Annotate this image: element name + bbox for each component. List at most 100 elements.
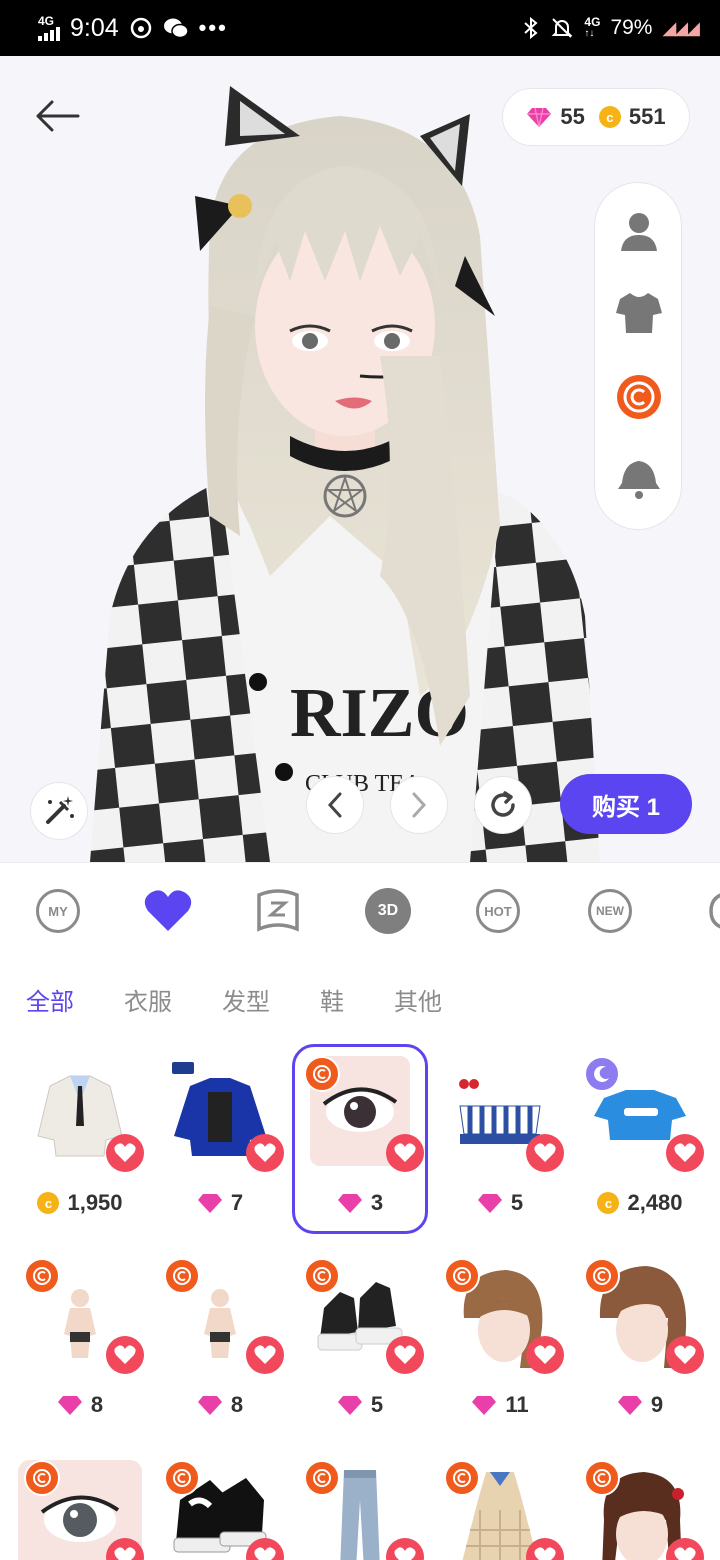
app-notification-icon: [130, 17, 151, 39]
category-3d[interactable]: 3D: [364, 887, 412, 935]
coin-filter-icon: [593, 1469, 611, 1487]
coin-badge: [444, 1460, 480, 1496]
coin-filter-icon: [313, 1267, 331, 1285]
coin-filter-icon: [33, 1469, 51, 1487]
item-card[interactable]: [432, 1448, 568, 1560]
heart-icon: [674, 1143, 696, 1162]
accessory-filter-button[interactable]: [613, 453, 665, 505]
coin-filter-icon: [453, 1469, 471, 1487]
tab-shoes[interactable]: 鞋: [320, 982, 344, 1017]
favorite-button[interactable]: [386, 1336, 424, 1374]
favorite-button[interactable]: [106, 1336, 144, 1374]
category-favorites[interactable]: [144, 887, 192, 935]
item-card[interactable]: 7: [152, 1044, 288, 1234]
coin-badge: [24, 1258, 60, 1294]
previous-button[interactable]: [306, 776, 364, 834]
clothes-filter-button[interactable]: [613, 287, 665, 339]
category-new[interactable]: NEW: [586, 887, 634, 935]
favorite-button[interactable]: [386, 1134, 424, 1172]
clock: 9:04: [70, 13, 119, 42]
coin-filter-icon: [453, 1267, 471, 1285]
clothing-icon: [709, 893, 720, 929]
item-card[interactable]: 11: [432, 1246, 568, 1436]
item-card[interactable]: 9: [572, 1246, 708, 1436]
reset-button[interactable]: [474, 776, 532, 834]
night-badge: [584, 1056, 620, 1092]
avatar-icon: [621, 213, 657, 251]
gem-icon: [337, 1396, 362, 1415]
item-price: 8: [152, 1392, 288, 1418]
favorite-button[interactable]: [666, 1336, 704, 1374]
heart-icon: [394, 1143, 416, 1162]
item-card[interactable]: c 1,950: [12, 1044, 148, 1234]
coin-badge: [304, 1056, 340, 1092]
item-price: 11: [432, 1392, 568, 1418]
item-card[interactable]: 8: [152, 1246, 288, 1436]
gem-icon: [527, 107, 552, 128]
tab-all[interactable]: 全部: [26, 982, 74, 1017]
heart-icon: [674, 1547, 696, 1560]
refresh-icon: [491, 791, 515, 817]
item-card[interactable]: 5: [432, 1044, 568, 1234]
coin-filter-icon: [593, 1267, 611, 1285]
chevron-right-icon: [412, 792, 427, 818]
item-card[interactable]: [12, 1448, 148, 1560]
shirt-icon: [616, 293, 662, 333]
category-hot[interactable]: HOT: [474, 887, 522, 935]
favorite-button[interactable]: [526, 1336, 564, 1374]
subcategory-tabs: 全部 衣服 发型 鞋 其他: [0, 976, 720, 1024]
gem-count: 55: [560, 104, 585, 129]
item-price: c 2,480: [572, 1190, 708, 1216]
item-price: 9: [572, 1392, 708, 1418]
coin-icon: c: [37, 1192, 60, 1214]
coin-filter-icon: [33, 1267, 51, 1285]
favorite-button[interactable]: [106, 1134, 144, 1172]
item-card[interactable]: [152, 1448, 288, 1560]
heart-icon: [114, 1345, 136, 1364]
coin-count: 551: [628, 104, 666, 129]
heart-icon: [394, 1547, 416, 1560]
item-price: 3: [292, 1190, 428, 1216]
back-button[interactable]: [30, 92, 86, 140]
favorite-button[interactable]: [246, 1134, 284, 1172]
item-card[interactable]: c 2,480: [572, 1044, 708, 1234]
gem-icon: [197, 1194, 222, 1213]
heart-icon: [534, 1345, 556, 1364]
coin-badge: [584, 1258, 620, 1294]
bluetooth-icon: [524, 16, 538, 40]
coin-filter-icon: [313, 1469, 331, 1487]
item-card[interactable]: [292, 1448, 428, 1560]
item-card[interactable]: [572, 1448, 708, 1560]
category-my[interactable]: MY: [34, 887, 82, 935]
avatar-filter-button[interactable]: [613, 205, 665, 257]
favorite-button[interactable]: [666, 1134, 704, 1172]
coin-filter-button[interactable]: [613, 371, 665, 423]
item-card-selected[interactable]: 3: [292, 1044, 428, 1234]
favorite-button[interactable]: [526, 1134, 564, 1172]
category-wardrobe[interactable]: [254, 887, 302, 935]
tab-other[interactable]: 其他: [394, 982, 442, 1017]
currency-balance[interactable]: 55 c 551: [502, 88, 690, 146]
coin-icon: c: [598, 106, 621, 128]
coin-badge: [584, 1460, 620, 1496]
tab-clothes[interactable]: 衣服: [124, 982, 172, 1017]
item-grid: c 1,950 7 3 5 c 2,480 8 8 5 11 9: [0, 1040, 720, 1560]
favorite-button[interactable]: [246, 1336, 284, 1374]
battery-icon: ◢◢◢: [662, 17, 700, 38]
next-button[interactable]: [390, 776, 448, 834]
network-type: 4G: [38, 14, 55, 28]
item-price: 5: [292, 1392, 428, 1418]
gem-icon: [477, 1194, 502, 1213]
arrow-left-icon: [36, 100, 80, 132]
gem-icon: [337, 1194, 362, 1213]
heart-icon: [394, 1345, 416, 1364]
item-card[interactable]: 8: [12, 1246, 148, 1436]
side-filter-panel: [594, 182, 682, 530]
buy-button[interactable]: 购买 1: [560, 774, 692, 834]
tab-hair[interactable]: 发型: [222, 982, 270, 1017]
item-card[interactable]: 5: [292, 1246, 428, 1436]
gem-icon: [197, 1396, 222, 1415]
category-more[interactable]: [694, 887, 720, 935]
magic-wand-button[interactable]: [30, 782, 88, 840]
item-price: 7: [152, 1190, 288, 1216]
